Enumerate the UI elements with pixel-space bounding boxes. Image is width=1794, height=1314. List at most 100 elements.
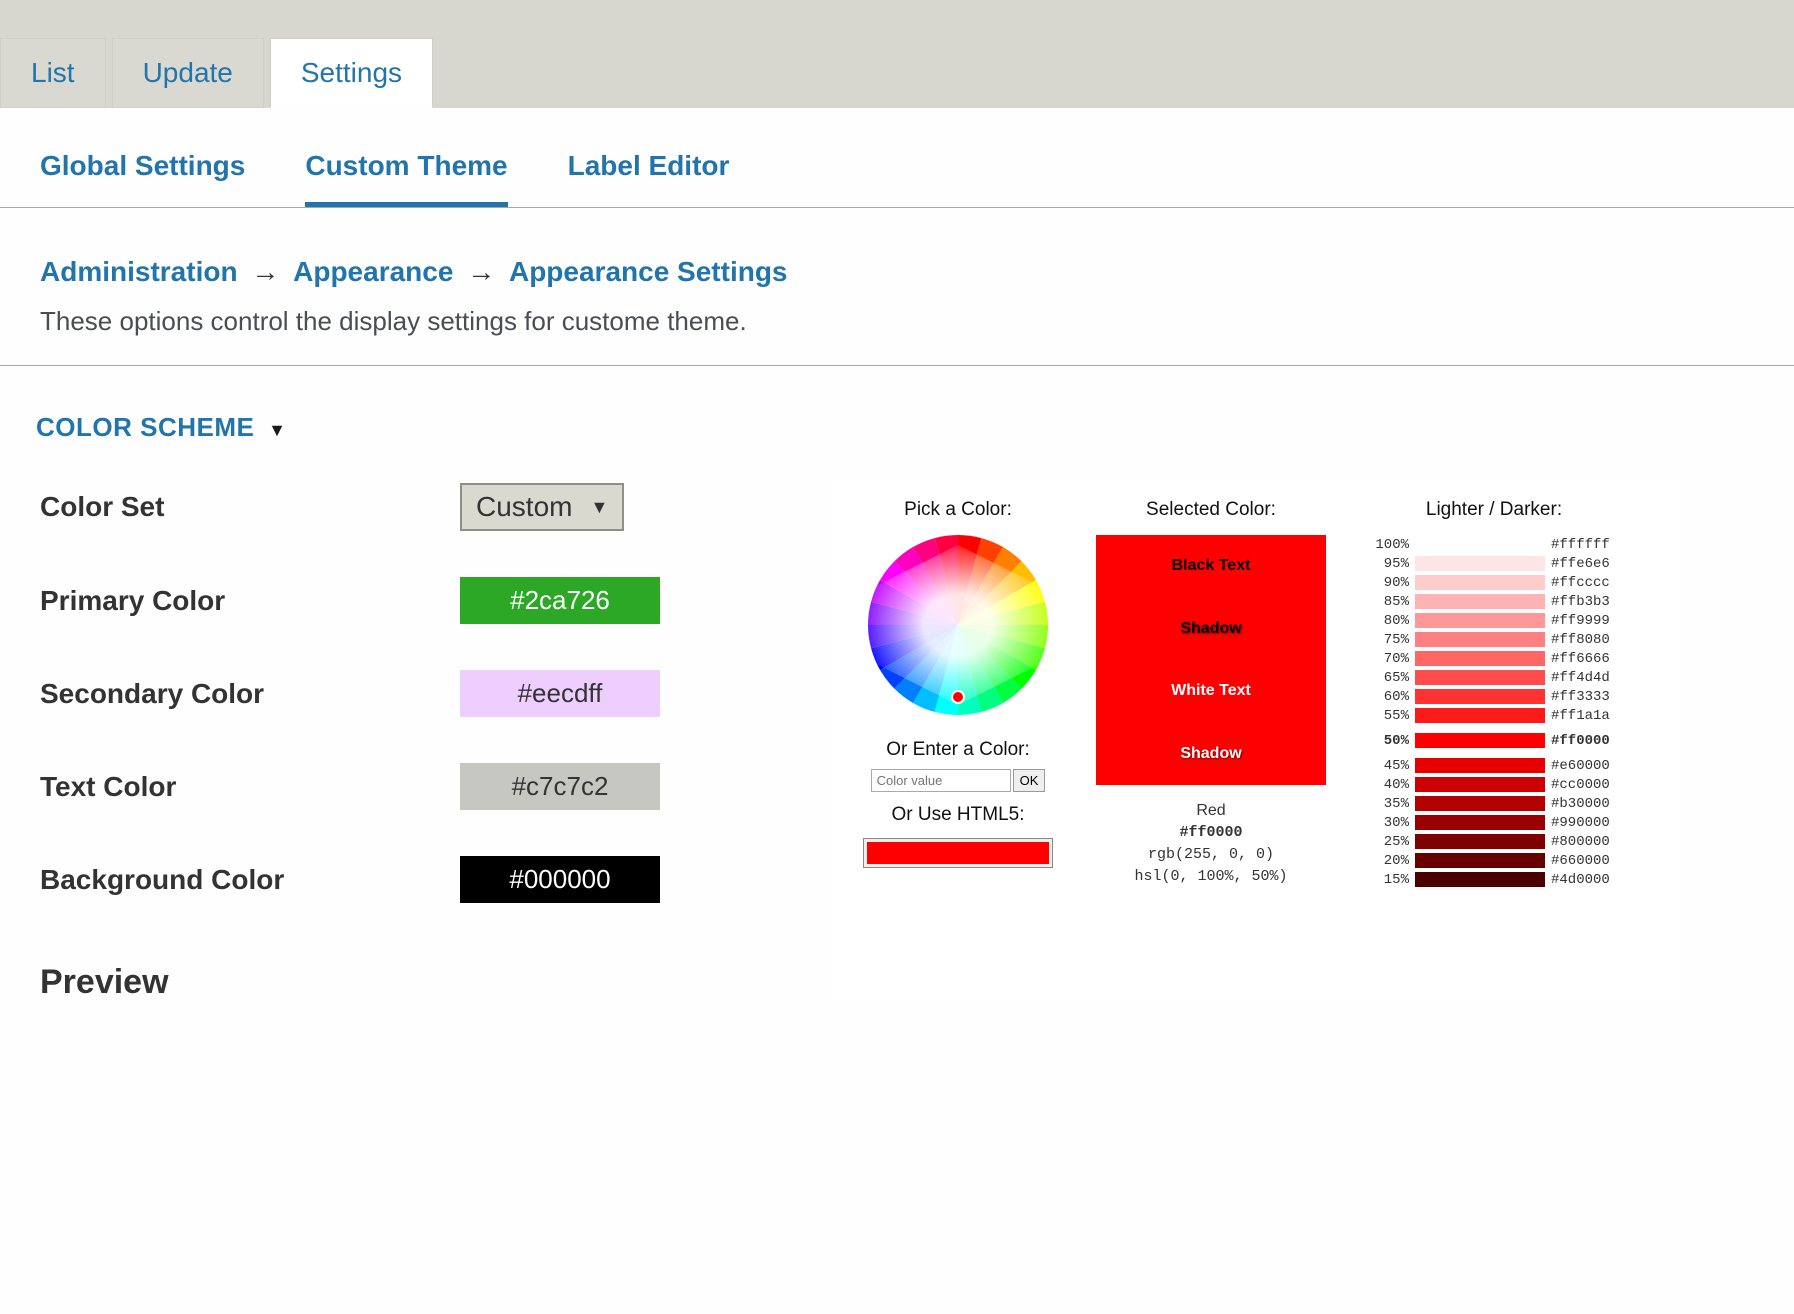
shade-row: 90% #ffcccc — [1369, 573, 1619, 592]
chevron-down-icon: ▼ — [268, 420, 286, 440]
shade-swatch[interactable] — [1415, 575, 1545, 590]
shade-swatch[interactable] — [1415, 834, 1545, 849]
shade-hex: #ffffff — [1551, 537, 1619, 553]
tab-update[interactable]: Update — [112, 38, 264, 108]
shade-swatch[interactable] — [1415, 632, 1545, 647]
color-value-input[interactable] — [871, 769, 1011, 792]
shade-hex: #ff4d4d — [1551, 670, 1619, 686]
preview-black-shadow: Shadow — [1180, 620, 1241, 638]
label-primary-color: Primary Color — [40, 585, 420, 617]
chevron-down-icon: ▼ — [590, 497, 608, 518]
color-wheel[interactable] — [858, 535, 1058, 715]
shade-row: 100% #ffffff — [1369, 535, 1619, 554]
preview-heading: Preview — [40, 963, 760, 1002]
shade-hex: #ff1a1a — [1551, 708, 1619, 724]
select-color-set-value: Custom — [476, 491, 572, 523]
shade-hex: #e60000 — [1551, 758, 1619, 774]
section-color-scheme-header[interactable]: COLOR SCHEME ▼ — [0, 366, 1794, 463]
shade-row: 25% #800000 — [1369, 832, 1619, 851]
shade-hex: #cc0000 — [1551, 777, 1619, 793]
shade-swatch[interactable] — [1415, 708, 1545, 723]
tab-settings[interactable]: Settings — [270, 38, 433, 108]
shade-percent: 25% — [1369, 834, 1409, 850]
shade-swatch[interactable] — [1415, 777, 1545, 792]
shade-percent: 35% — [1369, 796, 1409, 812]
subnav-global-settings[interactable]: Global Settings — [40, 138, 245, 207]
preview-black-text: Black Text — [1172, 557, 1251, 575]
arrow-icon: → — [467, 256, 495, 287]
shade-percent: 45% — [1369, 758, 1409, 774]
section-title-text: COLOR SCHEME — [36, 412, 254, 442]
selected-color-hsl: hsl(0, 100%, 50%) — [1134, 866, 1287, 888]
shade-percent: 65% — [1369, 670, 1409, 686]
shade-percent: 20% — [1369, 853, 1409, 869]
enter-color-label: Or Enter a Color: — [886, 739, 1030, 761]
shade-percent: 40% — [1369, 777, 1409, 793]
shade-row: 65% #ff4d4d — [1369, 668, 1619, 687]
swatch-primary-color[interactable]: #2ca726 — [460, 577, 660, 624]
color-picker-panel: Pick a Color: Or Enter a — [830, 483, 1680, 1002]
label-text-color: Text Color — [40, 771, 420, 803]
shade-percent: 90% — [1369, 575, 1409, 591]
shade-row: 70% #ff6666 — [1369, 649, 1619, 668]
preview-white-text: White Text — [1171, 682, 1251, 700]
shade-percent: 60% — [1369, 689, 1409, 705]
shade-row: 45% #e60000 — [1369, 756, 1619, 775]
shade-hex: #ff8080 — [1551, 632, 1619, 648]
shade-hex: #ffb3b3 — [1551, 594, 1619, 610]
swatch-background-color[interactable]: #000000 — [460, 856, 660, 903]
breadcrumb-administration[interactable]: Administration — [40, 256, 238, 287]
shade-row: 35% #b30000 — [1369, 794, 1619, 813]
shade-swatch[interactable] — [1415, 796, 1545, 811]
shade-percent: 70% — [1369, 651, 1409, 667]
selected-color-hex: #ff0000 — [1134, 822, 1287, 844]
html5-color-input[interactable] — [863, 838, 1053, 868]
shade-swatch[interactable] — [1415, 651, 1545, 666]
shade-row: 40% #cc0000 — [1369, 775, 1619, 794]
shade-swatch[interactable] — [1415, 872, 1545, 887]
shade-swatch[interactable] — [1415, 556, 1545, 571]
shade-hex: #ffcccc — [1551, 575, 1619, 591]
shade-swatch[interactable] — [1415, 689, 1545, 704]
shade-row: 75% #ff8080 — [1369, 630, 1619, 649]
breadcrumb-appearance[interactable]: Appearance — [293, 256, 453, 287]
page-description: These options control the display settin… — [0, 300, 1794, 366]
shade-percent: 80% — [1369, 613, 1409, 629]
tab-list[interactable]: List — [0, 38, 106, 108]
swatch-text-color[interactable]: #c7c7c2 — [460, 763, 660, 810]
shade-row: 95%#ffe6e6 — [1369, 554, 1619, 573]
shade-percent: 55% — [1369, 708, 1409, 724]
label-secondary-color: Secondary Color — [40, 678, 420, 710]
label-color-set: Color Set — [40, 491, 420, 523]
shade-percent: 15% — [1369, 872, 1409, 888]
shade-swatch[interactable] — [1415, 594, 1545, 609]
shade-swatch[interactable] — [1415, 815, 1545, 830]
shade-swatch[interactable] — [1415, 613, 1545, 628]
selected-color-preview: Black Text Shadow White Text Shadow — [1096, 535, 1326, 785]
shade-row: 20%#660000 — [1369, 851, 1619, 870]
shade-swatch[interactable] — [1415, 733, 1545, 748]
subnav-label-editor[interactable]: Label Editor — [568, 138, 730, 207]
shade-row: 30%#990000 — [1369, 813, 1619, 832]
select-color-set[interactable]: Custom ▼ — [460, 483, 624, 531]
breadcrumb-appearance-settings[interactable]: Appearance Settings — [509, 256, 788, 287]
shade-swatch[interactable] — [1415, 537, 1545, 552]
subnav-custom-theme[interactable]: Custom Theme — [305, 138, 507, 207]
shade-swatch[interactable] — [1415, 758, 1545, 773]
shade-swatch[interactable] — [1415, 670, 1545, 685]
selected-color-name: Red — [1134, 799, 1287, 822]
shade-percent: 100% — [1369, 537, 1409, 553]
selected-color-rgb: rgb(255, 0, 0) — [1134, 844, 1287, 866]
shade-percent: 85% — [1369, 594, 1409, 610]
ok-button[interactable]: OK — [1013, 769, 1046, 792]
shade-hex: #b30000 — [1551, 796, 1619, 812]
shade-hex: #800000 — [1551, 834, 1619, 850]
shade-row: 85% #ffb3b3 — [1369, 592, 1619, 611]
shade-percent: 75% — [1369, 632, 1409, 648]
shade-percent: 30% — [1369, 815, 1409, 831]
shade-swatch[interactable] — [1415, 853, 1545, 868]
shade-hex: #ff6666 — [1551, 651, 1619, 667]
shade-hex: #ff0000 — [1551, 733, 1619, 749]
shade-hex: #ffe6e6 — [1551, 556, 1619, 572]
swatch-secondary-color[interactable]: #eecdff — [460, 670, 660, 717]
